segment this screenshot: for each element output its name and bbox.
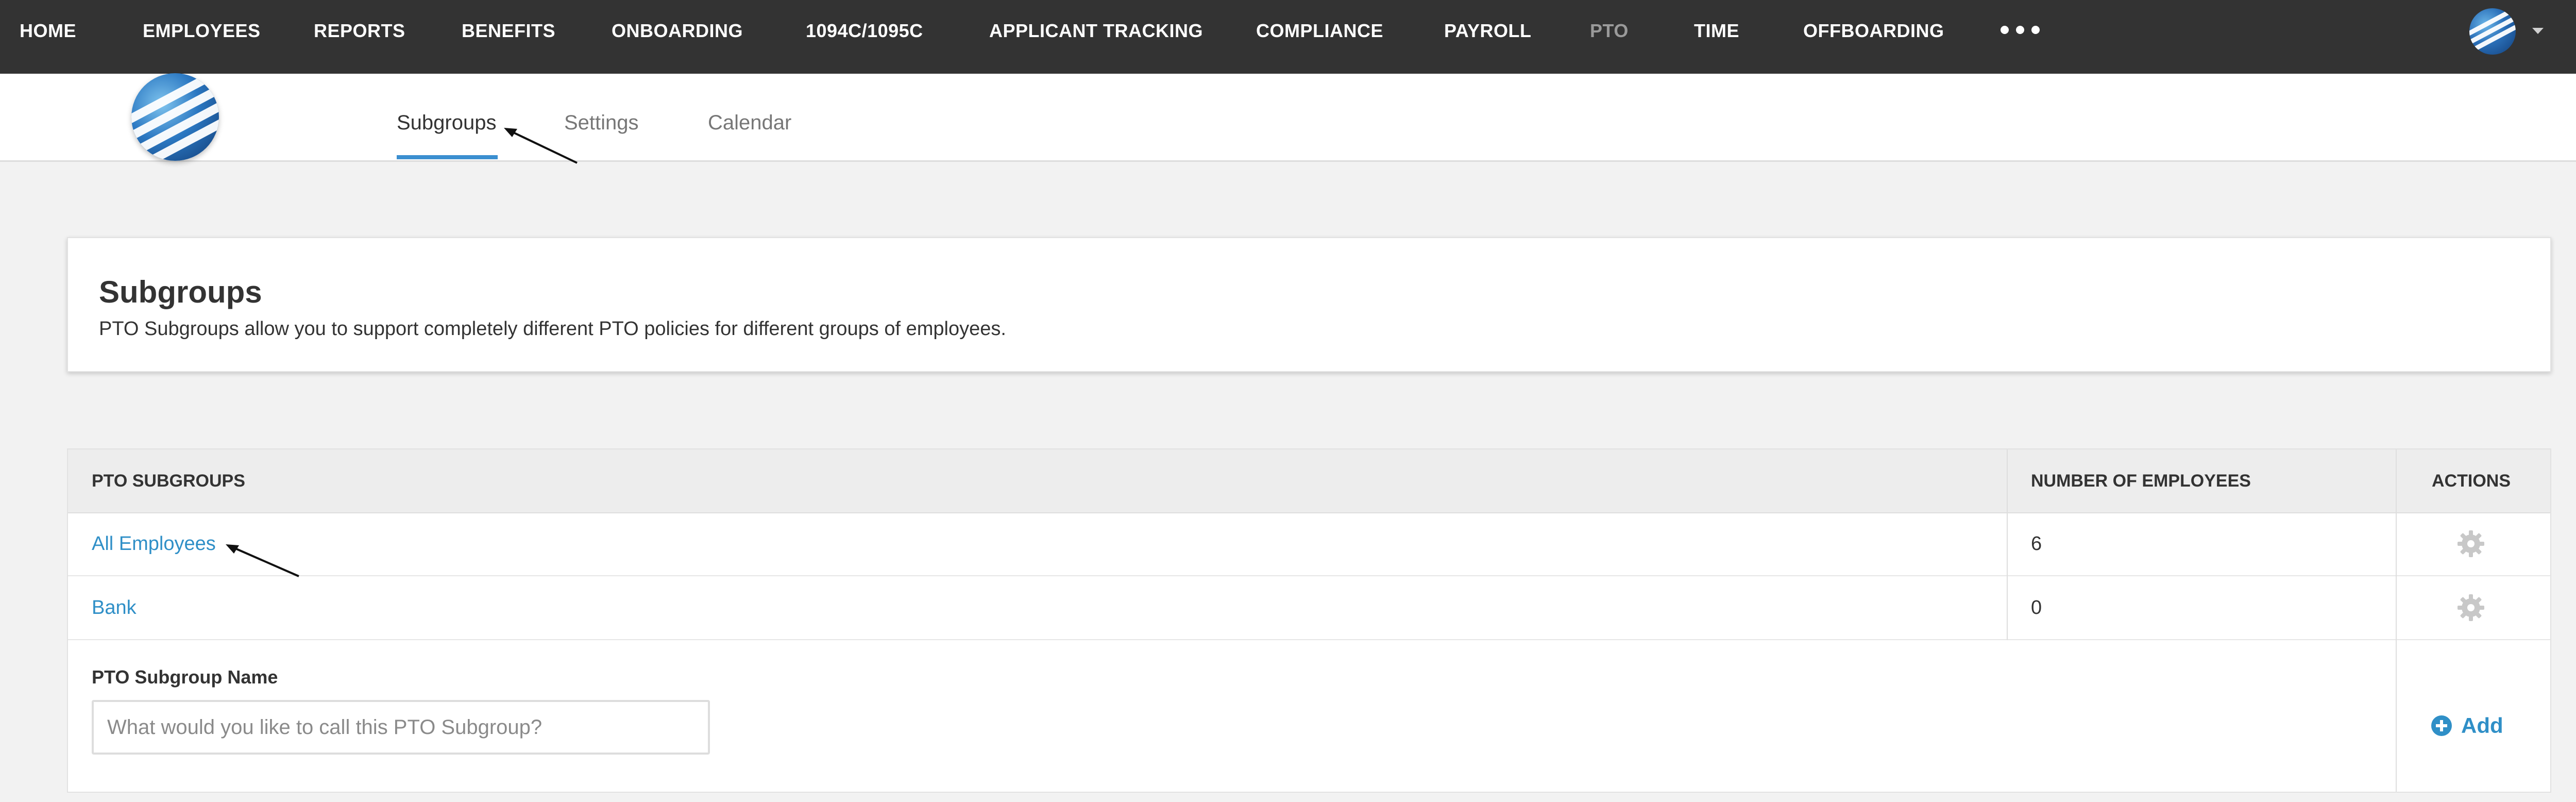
nav-item-payroll[interactable]: PAYROLL — [1444, 0, 1532, 62]
company-logo-icon — [131, 73, 219, 161]
nav-item-compliance[interactable]: COMPLIANCE — [1256, 0, 1383, 62]
nav-item-time[interactable]: TIME — [1694, 0, 1739, 62]
top-nav: HOME EMPLOYEES REPORTS BENEFITS ONBOARDI… — [0, 0, 2576, 74]
subgroup-link-bank[interactable]: Bank — [92, 576, 137, 639]
column-divider — [2007, 449, 2008, 640]
subgroup-name-input[interactable] — [92, 700, 710, 755]
nav-item-home[interactable]: HOME — [20, 0, 76, 62]
nav-item-offboarding[interactable]: OFFBOARDING — [1803, 0, 1944, 62]
column-divider — [2396, 449, 2397, 792]
gear-icon[interactable] — [2456, 593, 2485, 622]
tab-settings[interactable]: Settings — [564, 111, 639, 135]
table-header: PTO SUBGROUPS NUMBER OF EMPLOYEES ACTION… — [68, 449, 2550, 513]
globe-avatar-icon[interactable] — [2469, 8, 2516, 55]
nav-item-employees[interactable]: EMPLOYEES — [143, 0, 261, 62]
employee-count: 0 — [2031, 597, 2042, 619]
subgroup-name-label: PTO Subgroup Name — [92, 666, 278, 688]
add-button-label: Add — [2461, 713, 2503, 738]
page-description: PTO Subgroups allow you to support compl… — [99, 318, 1006, 340]
gear-icon[interactable] — [2456, 529, 2485, 558]
ellipsis-icon[interactable] — [2001, 26, 2040, 34]
intro-card: Subgroups PTO Subgroups allow you to sup… — [67, 237, 2551, 372]
column-header-employee-count: NUMBER OF EMPLOYEES — [2031, 471, 2251, 491]
nav-item-1094c-1095c[interactable]: 1094C/1095C — [806, 0, 923, 62]
nav-item-onboarding[interactable]: ONBOARDING — [612, 0, 743, 62]
table-row: Bank 0 — [68, 576, 2550, 640]
employee-count: 6 — [2031, 533, 2042, 555]
nav-item-reports[interactable]: REPORTS — [314, 0, 405, 62]
nav-item-applicant-tracking[interactable]: APPLICANT TRACKING — [989, 0, 1203, 62]
tab-calendar[interactable]: Calendar — [708, 111, 791, 135]
column-header-subgroups: PTO SUBGROUPS — [92, 471, 245, 491]
caret-down-icon[interactable] — [2532, 28, 2544, 34]
plus-circle-icon — [2431, 715, 2452, 736]
subgroups-table: PTO SUBGROUPS NUMBER OF EMPLOYEES ACTION… — [67, 448, 2551, 793]
table-row: All Employees 6 — [68, 512, 2550, 576]
subgroup-link-all-employees[interactable]: All Employees — [92, 512, 216, 575]
tab-subgroups[interactable]: Subgroups — [397, 111, 496, 135]
page-title: Subgroups — [99, 275, 262, 309]
sub-header — [0, 74, 2576, 162]
column-header-actions: ACTIONS — [2432, 471, 2511, 491]
active-tab-indicator — [397, 155, 498, 159]
nav-item-benefits[interactable]: BENEFITS — [462, 0, 555, 62]
nav-item-pto[interactable]: PTO — [1590, 0, 1629, 62]
add-subgroup-button[interactable]: Add — [2431, 701, 2503, 750]
